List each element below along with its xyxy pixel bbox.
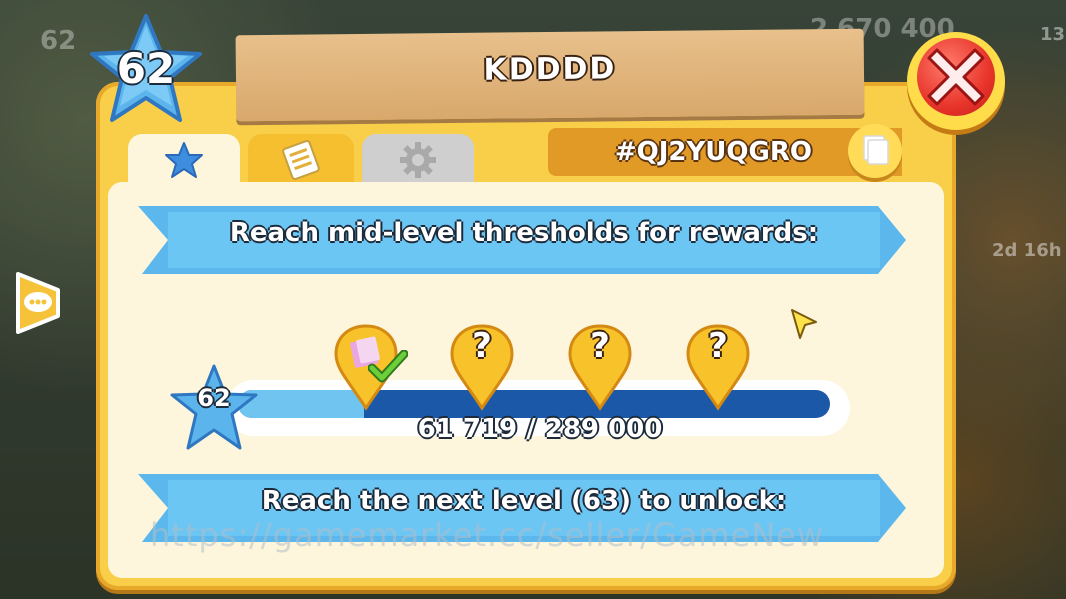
reward-marker-3[interactable]: ? [568, 322, 638, 412]
reward-unknown-label: ? [472, 326, 492, 366]
bg-level-badge: 62 [40, 26, 77, 56]
notes-icon [282, 140, 320, 180]
rewards-heading-wrap: Reach mid-level thresholds for rewards: [138, 214, 910, 264]
chat-icon [16, 272, 60, 334]
player-level: 62 [116, 44, 176, 93]
star-icon [165, 142, 203, 178]
progress-label: 61 719 / 289 000 [417, 414, 663, 444]
copy-icon [863, 135, 889, 165]
tab-notes[interactable] [248, 134, 354, 186]
copy-tag-button[interactable] [848, 124, 902, 178]
player-tag: #QJ2YUQGRO [614, 137, 812, 167]
rewards-heading: Reach mid-level thresholds for rewards: [229, 218, 819, 248]
chat-toggle-button[interactable] [14, 270, 64, 334]
bg-timer: 2d 16h [992, 240, 1062, 261]
tab-level[interactable] [128, 134, 240, 186]
reward-unknown-label: ? [708, 326, 728, 366]
gear-icon [400, 142, 436, 178]
check-icon [368, 350, 408, 383]
reward-marker-1[interactable] [334, 322, 408, 412]
bg-counter: 13 [1040, 24, 1066, 45]
close-button[interactable] [907, 32, 1005, 130]
name-plank: KDDDD [235, 28, 865, 122]
reward-unknown-label: ? [590, 326, 610, 366]
next-level-text: Reach the next level (63) to unlock: [261, 486, 787, 516]
reward-marker-2[interactable]: ? [450, 322, 520, 412]
cursor-icon [791, 309, 817, 339]
progress-level: 62 [197, 384, 231, 412]
tab-settings[interactable] [362, 134, 474, 186]
player-name: KDDDD [483, 51, 617, 88]
watermark: https://gamemarket.cc/seller/GameNew [150, 516, 825, 554]
reward-marker-4[interactable]: ? [686, 322, 756, 412]
close-icon [927, 48, 985, 106]
